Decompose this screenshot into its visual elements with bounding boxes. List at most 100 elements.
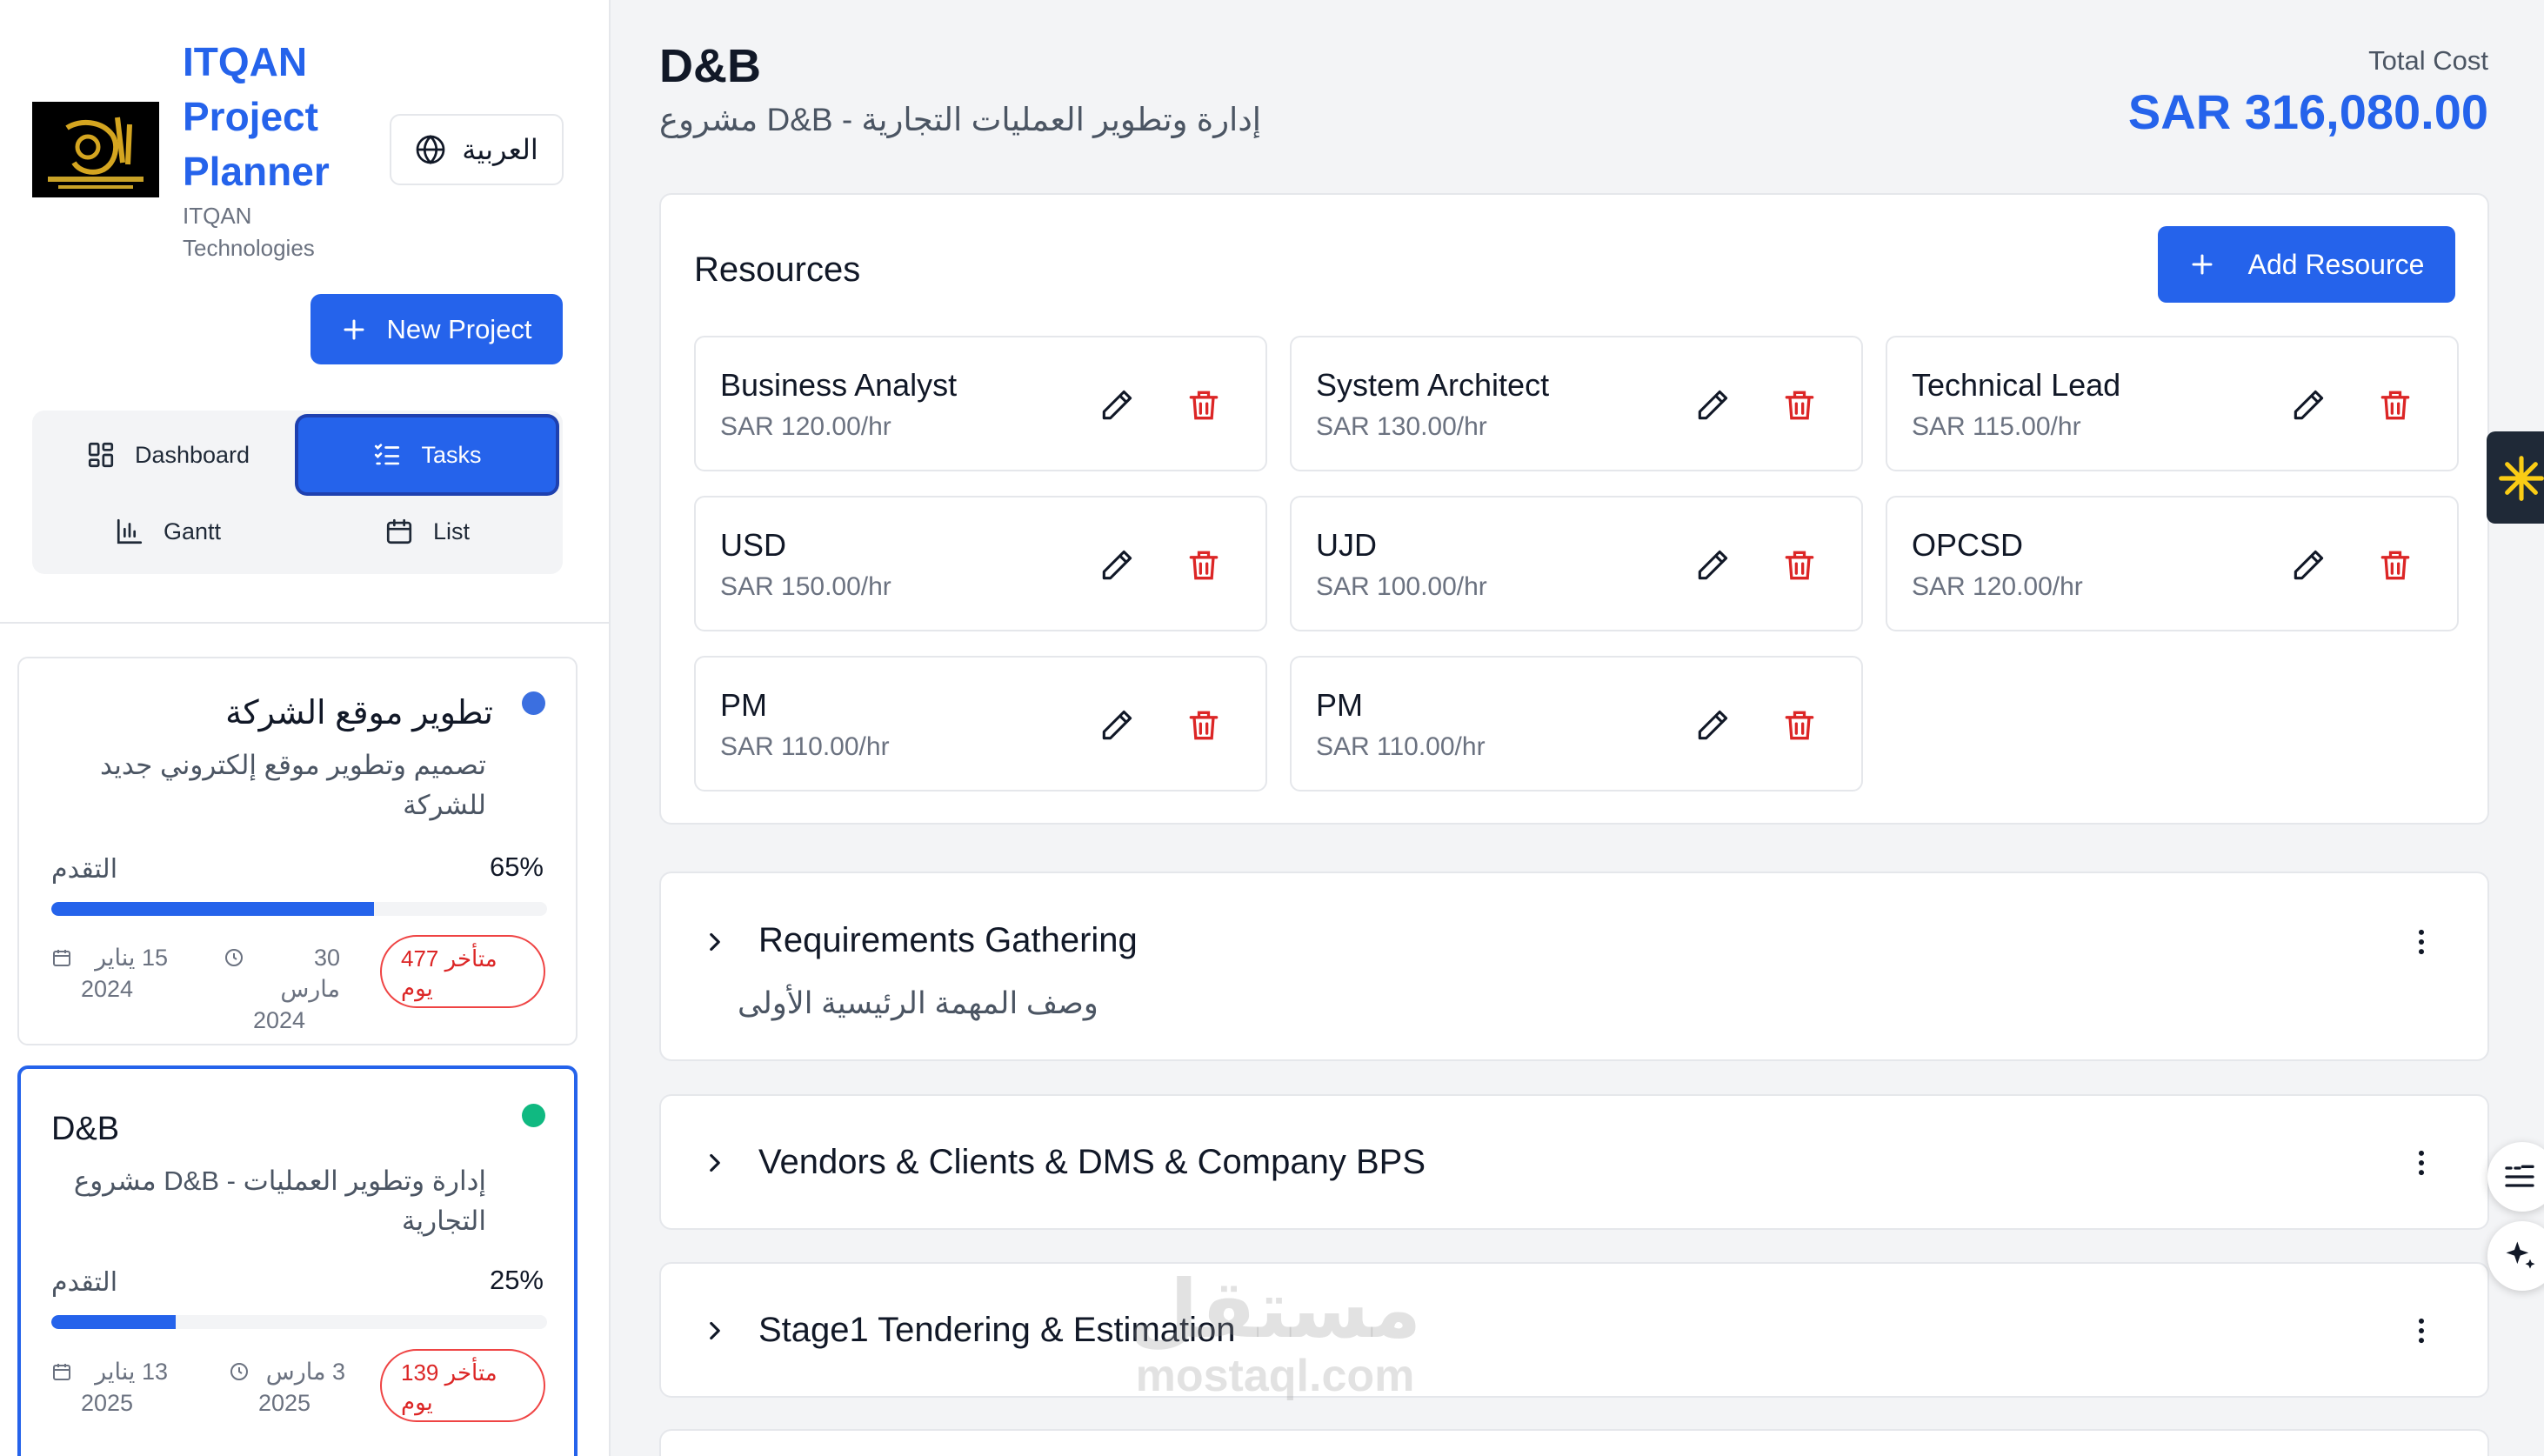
start-date-day: 13 يناير (95, 1359, 168, 1385)
more-vertical-icon[interactable] (2405, 1146, 2438, 1179)
overdue-badge: 139 متأخر يوم (380, 1349, 545, 1422)
task-panel[interactable]: Vendors & Clients & DMS & Company BPS (659, 1094, 2489, 1230)
pencil-icon[interactable] (2289, 546, 2327, 584)
project-description: إدارة وتطوير العمليات - D&B مشروع التجار… (51, 1161, 486, 1241)
trash-icon[interactable] (1185, 386, 1223, 424)
sidebar: ITQAN Project Planner ITQAN Technologies… (0, 0, 611, 1456)
brand-title-line: Planner (183, 149, 330, 194)
resources-panel: Resources Add Resource Business Analyst … (659, 193, 2489, 825)
resource-rate: SAR 120.00/hr (720, 412, 891, 441)
resource-rate: SAR 130.00/hr (1316, 412, 1487, 441)
page-subtitle: إدارة وتطوير العمليات التجارية - D&B مشر… (659, 102, 1262, 137)
progress-label: التقدم (51, 855, 118, 884)
new-project-button[interactable]: New Project (310, 294, 563, 364)
resource-card: OPCSD SAR 120.00/hr (1886, 496, 2459, 631)
clock-icon (224, 947, 244, 968)
progress-value: 65% (489, 852, 544, 882)
trash-icon[interactable] (1185, 546, 1223, 584)
watermark-arabic: مستقل (1128, 1266, 1422, 1354)
calendar-icon (51, 1361, 72, 1382)
start-date: 13 يناير 2025 (51, 1356, 168, 1419)
start-date-year: 2024 (81, 976, 134, 1002)
main-content: D&B إدارة وتطوير العمليات التجارية - D&B… (612, 0, 2544, 1456)
pencil-icon[interactable] (2289, 386, 2327, 424)
resource-card: Technical Lead SAR 115.00/hr (1886, 336, 2459, 471)
project-title: تطوير موقع الشركة (225, 695, 493, 731)
pencil-icon[interactable] (1693, 386, 1732, 424)
resource-name: System Architect (1316, 367, 1550, 403)
task-panel[interactable] (659, 1429, 2489, 1456)
tab-tasks[interactable]: Tasks (298, 417, 556, 492)
chevron-right-icon[interactable] (700, 1148, 730, 1178)
tab-gantt-label: Gantt (163, 518, 222, 544)
trash-icon[interactable] (1780, 546, 1819, 584)
task-description: وصف المهمة الرئيسية الأولى (738, 986, 1098, 1020)
tab-list-label: List (432, 518, 471, 544)
resource-rate: SAR 110.00/hr (1316, 732, 1486, 761)
progress-bar-fill (51, 902, 374, 916)
trash-icon[interactable] (1780, 706, 1819, 745)
overdue-badge-line: 477 متأخر (401, 945, 497, 972)
language-toggle-label: العربية (462, 134, 538, 165)
brand-title-line: Project (183, 94, 318, 139)
project-card-selected[interactable]: D&B إدارة وتطوير العمليات - D&B مشروع ال… (17, 1065, 578, 1456)
view-switcher: Dashboard Tasks Gantt List (32, 411, 563, 574)
tab-tasks-label: Tasks (421, 441, 482, 468)
pencil-icon[interactable] (1693, 706, 1732, 745)
resource-card: Business Analyst SAR 120.00/hr (694, 336, 1267, 471)
project-description-line: التجارية (401, 1206, 486, 1236)
start-date-year: 2025 (81, 1390, 134, 1416)
pencil-icon[interactable] (1098, 706, 1136, 745)
overdue-badge: 477 متأخر يوم (380, 935, 545, 1008)
more-vertical-icon[interactable] (2405, 1314, 2438, 1347)
resource-rate: SAR 150.00/hr (720, 572, 891, 601)
calendar-icon (51, 947, 72, 968)
trash-icon[interactable] (1185, 706, 1223, 745)
end-date-day: 30 مارس (280, 945, 340, 1002)
tab-gantt[interactable]: Gantt (39, 494, 297, 569)
sparkle-icon (2497, 454, 2544, 503)
plus-icon (341, 317, 367, 343)
sparkle-widget-tab[interactable] (2487, 431, 2544, 524)
chevron-right-icon[interactable] (700, 1316, 730, 1346)
brand-subtitle-line: ITQAN (183, 203, 252, 229)
start-date-text: 15 يناير 2024 (81, 942, 168, 1005)
progress-bar (51, 1315, 547, 1329)
tab-dashboard[interactable]: Dashboard (39, 417, 297, 492)
pencil-icon[interactable] (1693, 546, 1732, 584)
tab-list[interactable]: List (298, 494, 556, 569)
pencil-icon[interactable] (1098, 386, 1136, 424)
trash-icon[interactable] (1780, 386, 1819, 424)
task-title: Requirements Gathering (758, 921, 1138, 959)
trash-icon[interactable] (2376, 386, 2414, 424)
progress-label: التقدم (51, 1268, 118, 1297)
bar-chart-icon (115, 517, 144, 546)
resource-rate: SAR 100.00/hr (1316, 572, 1487, 601)
resource-rate: SAR 120.00/hr (1912, 572, 2083, 601)
resource-name: USD (720, 527, 787, 563)
project-description-line: تصميم وتطوير موقع إلكتروني جديد (100, 750, 486, 780)
task-panel[interactable]: Requirements Gathering وصف المهمة الرئيس… (659, 872, 2489, 1061)
language-toggle-button[interactable]: العربية (390, 114, 564, 185)
project-card[interactable]: تطوير موقع الشركة تصميم وتطوير موقع إلكت… (17, 657, 578, 1045)
quote-list-icon (2501, 1159, 2538, 1194)
project-status-dot (522, 1104, 545, 1127)
project-status-dot (522, 691, 545, 715)
project-description: تصميم وتطوير موقع إلكتروني جديد للشركة (51, 745, 486, 825)
globe-icon (415, 134, 446, 165)
project-description-line: للشركة (403, 790, 486, 820)
trash-icon[interactable] (2376, 546, 2414, 584)
progress-bar (51, 902, 547, 916)
pencil-icon[interactable] (1098, 546, 1136, 584)
add-resource-button[interactable]: Add Resource (2158, 226, 2455, 303)
task-panel[interactable]: Stage1 Tendering & Estimation (659, 1262, 2489, 1398)
resource-name: Business Analyst (720, 367, 958, 403)
end-date-year: 2025 (258, 1390, 311, 1416)
resource-name: OPCSD (1912, 527, 2024, 563)
end-date: 30 مارس 2024 (224, 942, 340, 1036)
plus-icon (2189, 251, 2215, 277)
end-date-text: 30 مارس 2024 (253, 942, 340, 1036)
sparkles-icon (2501, 1237, 2540, 1275)
chevron-right-icon[interactable] (700, 927, 730, 957)
more-vertical-icon[interactable] (2405, 925, 2438, 958)
